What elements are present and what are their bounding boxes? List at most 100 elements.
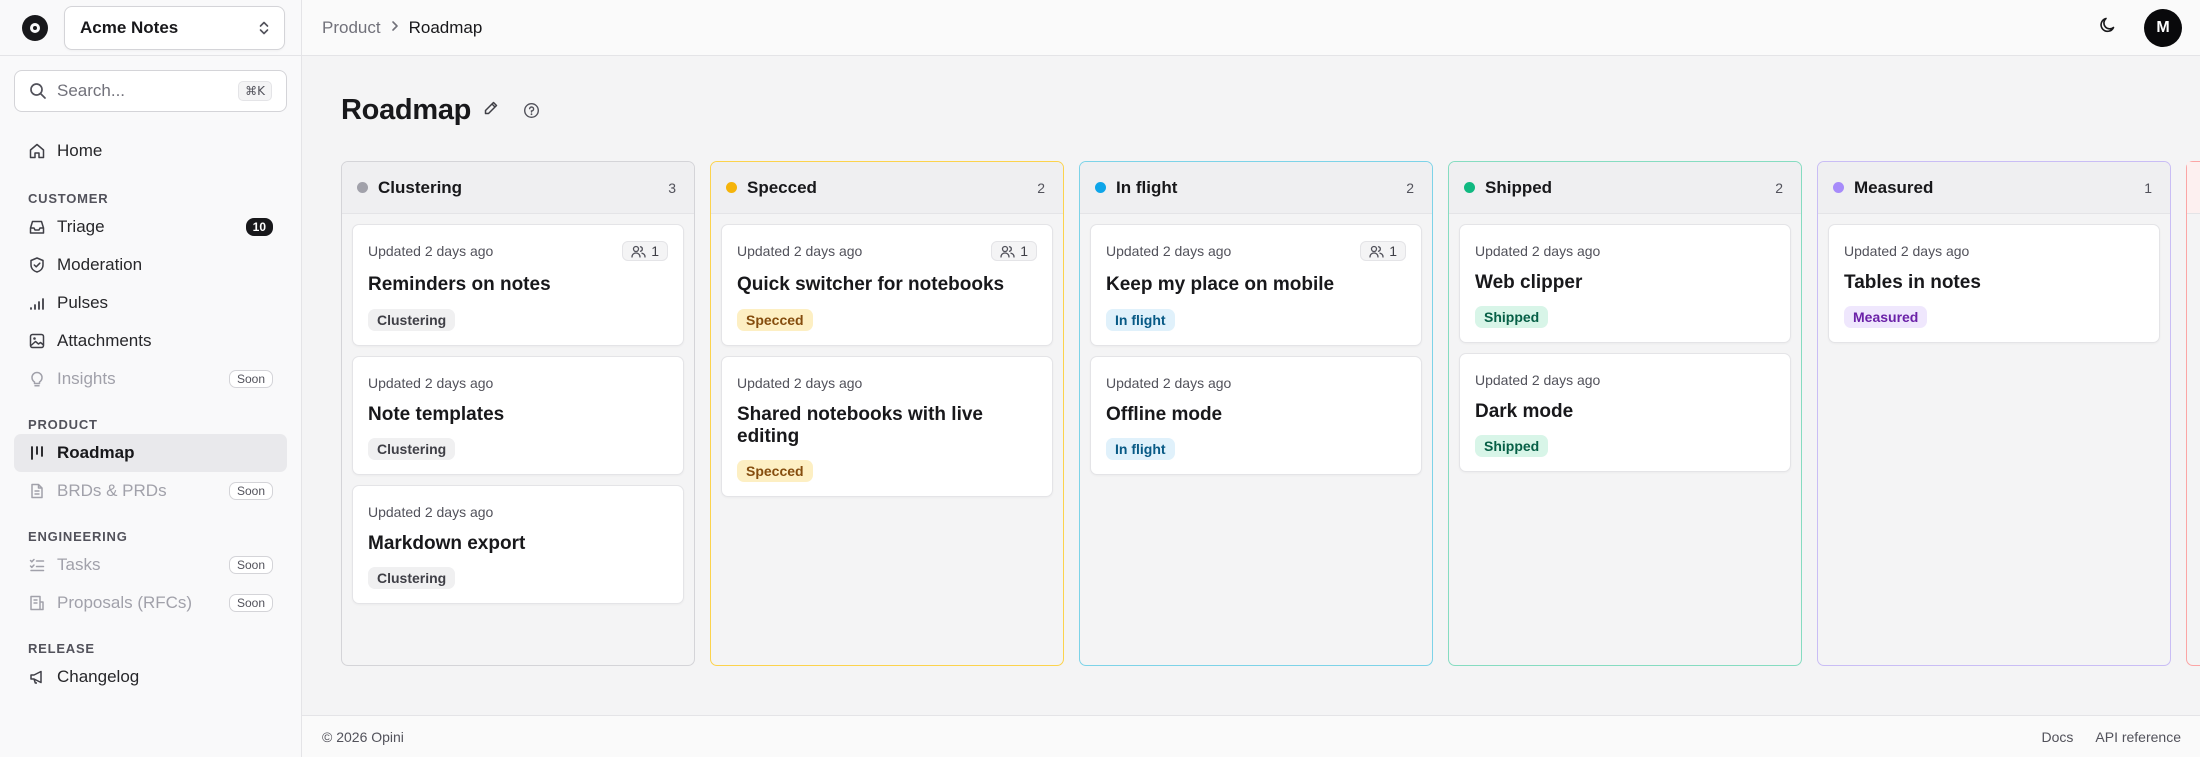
sidebar-item-label: Moderation xyxy=(57,255,143,274)
card-meta: Updated 2 days ago xyxy=(1844,240,2144,262)
roadmap-card[interactable]: Updated 2 days ago 1 Reminders on notes Clu… xyxy=(352,224,684,346)
card-meta: Updated 2 days ago 1 xyxy=(368,240,668,262)
voters-badge[interactable]: 1 xyxy=(622,241,668,261)
roadmap-column: In flight 2 Updated 2 days ago 1 Keep my pla… xyxy=(1079,161,1433,666)
voters-count: 1 xyxy=(1020,243,1028,259)
card-updated: Updated 2 days ago xyxy=(1106,375,1232,391)
sidebar-item-label: Roadmap xyxy=(57,443,135,462)
card-title: Web clipper xyxy=(1475,272,1583,293)
card-meta: Updated 2 days ago xyxy=(368,501,668,523)
card-list: Updated 2 days ago Tables in notes Measure… xyxy=(1818,214,2170,353)
column-header[interactable]: Clustering 3 xyxy=(342,162,694,214)
chevron-right-icon xyxy=(390,19,400,36)
roadmap-card[interactable]: Updated 2 days ago Note templates Clusteri… xyxy=(352,356,684,475)
section-label-customer: CUSTOMER xyxy=(28,191,109,206)
moon-icon[interactable] xyxy=(2098,15,2118,40)
roadmap-card[interactable]: Updated 2 days ago Offline mode In flight xyxy=(1090,356,1422,475)
column-header[interactable]: Specced 2 xyxy=(711,162,1063,214)
sidebar-item-home[interactable]: Home xyxy=(14,132,287,170)
sidebar-item-label: BRDs & PRDs xyxy=(57,481,167,500)
app-logo-icon[interactable] xyxy=(22,14,48,41)
search-placeholder: Search... xyxy=(57,81,126,100)
search-icon xyxy=(30,83,46,99)
breadcrumb-current: Roadmap xyxy=(408,17,483,37)
megaphone-icon xyxy=(30,670,42,684)
card-title: Quick switcher for notebooks xyxy=(737,274,1005,295)
card-updated: Updated 2 days ago xyxy=(1106,243,1232,259)
card-meta: Updated 2 days ago 1 xyxy=(737,240,1037,262)
card-updated: Updated 2 days ago xyxy=(1475,243,1601,259)
breadcrumb-parent[interactable]: Product xyxy=(322,18,381,38)
column-count: 3 xyxy=(668,179,676,196)
signal-bars-icon xyxy=(30,298,44,310)
card-title: Dark mode xyxy=(1475,401,1574,422)
footer: © 2026 Opini Docs API reference xyxy=(302,715,2200,757)
sidebar-item-proposals[interactable]: Proposals (RFCs) Soon xyxy=(14,584,287,622)
column-header[interactable]: Measured 1 xyxy=(1818,162,2170,214)
sidebar-item-attachments[interactable]: Attachments xyxy=(14,322,287,360)
card-list: Updated 2 days ago 1 Quick switcher for no… xyxy=(711,214,1063,507)
roadmap-card[interactable]: Updated 2 days ago Web clipper Shipped xyxy=(1459,224,1791,343)
sidebar-item-pulses[interactable]: Pulses xyxy=(14,284,287,322)
roadmap-column: Measured 1 Updated 2 days ago Tables in not… xyxy=(1817,161,2171,666)
sidebar-item-label: Insights xyxy=(57,369,116,388)
column-header[interactable]: In flight 2 xyxy=(1080,162,1432,214)
inbox-icon xyxy=(29,220,45,234)
column-count: 2 xyxy=(1406,179,1414,196)
soon-badge: Soon xyxy=(228,482,273,500)
status-dot xyxy=(357,182,368,193)
search-input[interactable]: Search... ⌘K xyxy=(14,70,287,112)
help-circle-icon[interactable] xyxy=(511,102,540,119)
roadmap-card[interactable]: Updated 2 days ago Tables in notes Measure… xyxy=(1828,224,2160,343)
document-icon xyxy=(31,483,43,499)
sidebar-item-label: Triage xyxy=(57,217,105,236)
card-meta: Updated 2 days ago xyxy=(1475,369,1775,391)
column-header xyxy=(2187,162,2200,214)
page-title: Roadmap xyxy=(341,94,472,126)
pencil-icon[interactable] xyxy=(471,100,499,121)
roadmap-columns-icon xyxy=(31,446,43,460)
topbar: Product Roadmap M xyxy=(302,0,2200,56)
sidebar-item-moderation[interactable]: Moderation xyxy=(14,246,287,284)
user-avatar[interactable]: M xyxy=(2144,8,2182,47)
column-count: 1 xyxy=(2144,179,2152,196)
card-updated: Updated 2 days ago xyxy=(368,504,494,520)
sidebar-item-tasks[interactable]: Tasks Soon xyxy=(14,546,287,584)
sidebar-item-label: Changelog xyxy=(57,667,140,686)
footer-docs-link[interactable]: Docs xyxy=(2041,729,2073,745)
voters-count: 1 xyxy=(651,243,659,259)
card-meta: Updated 2 days ago xyxy=(1475,240,1775,262)
section-label-engineering: ENGINEERING xyxy=(28,529,128,544)
section-label-product: PRODUCT xyxy=(28,417,98,432)
roadmap-card[interactable]: Updated 2 days ago 1 Quick switcher for no… xyxy=(721,224,1053,346)
sidebar-item-brds-prds[interactable]: BRDs & PRDs Soon xyxy=(14,472,287,510)
sidebar-item-insights[interactable]: Insights Soon xyxy=(14,360,287,398)
voters-badge[interactable]: 1 xyxy=(1360,241,1406,261)
card-title: Keep my place on mobile xyxy=(1106,274,1335,295)
column-title: Measured xyxy=(1854,177,1934,197)
sidebar-item-triage[interactable]: Triage 10 xyxy=(14,208,287,246)
roadmap-card[interactable]: Updated 2 days ago 1 Keep my place on mobi… xyxy=(1090,224,1422,346)
users-icon xyxy=(1369,245,1384,258)
roadmap-card[interactable]: Updated 2 days ago Markdown export Cluster… xyxy=(352,485,684,604)
voters-count: 1 xyxy=(1389,243,1397,259)
soon-badge: Soon xyxy=(228,370,273,388)
roadmap-card[interactable]: Updated 2 days ago Shared notebooks with … xyxy=(721,356,1053,497)
sidebar-item-label: Proposals (RFCs) xyxy=(57,593,193,612)
status-tag: Shipped xyxy=(1475,306,1549,328)
column-title: In flight xyxy=(1116,177,1178,197)
voters-badge[interactable]: 1 xyxy=(991,241,1037,261)
status-tag: Clustering xyxy=(368,567,456,589)
sidebar-item-label: Tasks xyxy=(57,555,101,574)
workspace-switcher[interactable]: Acme Notes xyxy=(64,5,285,50)
status-tag: Specced xyxy=(737,460,813,482)
card-updated: Updated 2 days ago xyxy=(368,243,494,259)
column-count: 2 xyxy=(1037,179,1045,196)
column-header[interactable]: Shipped 2 xyxy=(1449,162,1801,214)
card-updated: Updated 2 days ago xyxy=(1475,372,1601,388)
sidebar-item-roadmap[interactable]: Roadmap xyxy=(14,434,287,472)
roadmap-card[interactable]: Updated 2 days ago Dark mode Shipped xyxy=(1459,353,1791,472)
sidebar-item-changelog[interactable]: Changelog xyxy=(14,658,287,696)
footer-api-link[interactable]: API reference xyxy=(2095,729,2181,745)
card-meta: Updated 2 days ago xyxy=(737,372,1037,394)
